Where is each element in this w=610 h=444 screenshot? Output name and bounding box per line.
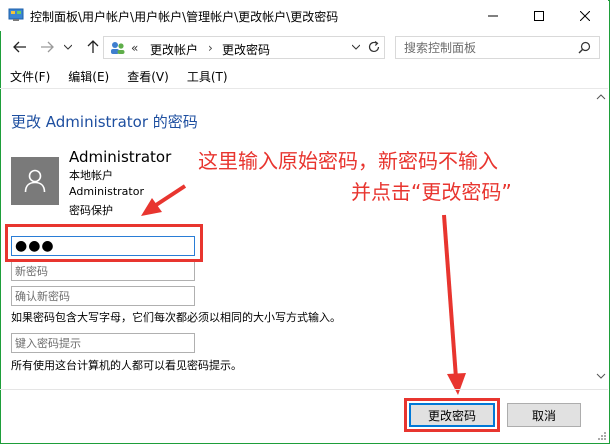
window-title: 控制面板\用户帐户\用户帐户\管理帐户\更改帐户\更改密码 <box>30 10 339 24</box>
maximize-button[interactable] <box>516 0 562 31</box>
new-password-field[interactable] <box>11 261 195 281</box>
scroll-down-arrow-icon[interactable] <box>596 373 606 379</box>
users-icon <box>109 41 125 55</box>
account-group: Administrator <box>69 185 144 198</box>
recent-locations-chevron-icon[interactable] <box>61 37 75 57</box>
search-icon[interactable] <box>578 41 591 54</box>
title-bar: 控制面板\用户帐户\用户帐户\管理帐户\更改帐户\更改密码 <box>0 0 608 31</box>
navigation-bar: « 更改帐户 › 更改密码 <box>0 31 608 63</box>
hint-visibility-note: 所有使用这台计算机的人都可以看见密码提示。 <box>11 359 242 372</box>
cancel-button[interactable]: 取消 <box>507 403 581 427</box>
breadcrumb-change-account[interactable]: 更改帐户 <box>150 41 198 58</box>
forward-button[interactable] <box>37 37 57 57</box>
page-title: 更改 Administrator 的密码 <box>11 113 198 131</box>
change-password-button[interactable]: 更改密码 <box>409 403 495 427</box>
refresh-icon[interactable] <box>367 40 381 54</box>
up-button[interactable] <box>83 37 103 57</box>
search-input[interactable] <box>404 40 574 56</box>
user-icon <box>24 169 46 193</box>
account-name: Administrator <box>69 148 172 166</box>
annotation-text-line2: 并点击“更改密码” <box>351 180 512 204</box>
breadcrumb-change-password[interactable]: 更改密码 <box>222 41 270 58</box>
menu-view[interactable]: 查看(V) <box>117 65 177 87</box>
account-type: 本地帐户 <box>69 169 113 182</box>
footer-divider <box>0 389 608 390</box>
breadcrumb-separator-icon: › <box>208 41 213 55</box>
minimize-button[interactable] <box>470 0 516 31</box>
avatar <box>11 157 59 205</box>
case-sensitivity-note: 如果密码包含大写字母，它们每次都必须以相同的大小写方式输入。 <box>11 311 341 324</box>
close-button[interactable] <box>562 0 608 31</box>
address-dropdown-icon[interactable] <box>352 44 360 50</box>
scroll-up-arrow-icon[interactable] <box>596 94 606 100</box>
annotation-text-line1: 这里输入原始密码，新密码不输入 <box>198 149 498 173</box>
menu-file[interactable]: 文件(F) <box>0 65 58 87</box>
search-box <box>395 36 600 59</box>
resize-grip-icon[interactable] <box>596 430 606 440</box>
menu-edit[interactable]: 编辑(E) <box>58 65 117 87</box>
password-hint-field[interactable] <box>11 333 195 353</box>
confirm-password-field[interactable] <box>11 286 195 306</box>
back-button[interactable] <box>10 37 30 57</box>
menu-divider <box>0 88 608 89</box>
menu-tools[interactable]: 工具(T) <box>177 65 236 87</box>
vertical-scrollbar[interactable] <box>594 89 609 389</box>
account-protection: 密码保护 <box>69 204 113 217</box>
menu-bar: 文件(F) 编辑(E) 查看(V) 工具(T) <box>0 65 608 87</box>
control-panel-icon <box>8 8 24 22</box>
breadcrumb-overflow[interactable]: « <box>131 41 138 55</box>
address-bar[interactable]: « 更改帐户 › 更改密码 <box>103 36 385 59</box>
annotation-highlight-input <box>5 224 203 262</box>
